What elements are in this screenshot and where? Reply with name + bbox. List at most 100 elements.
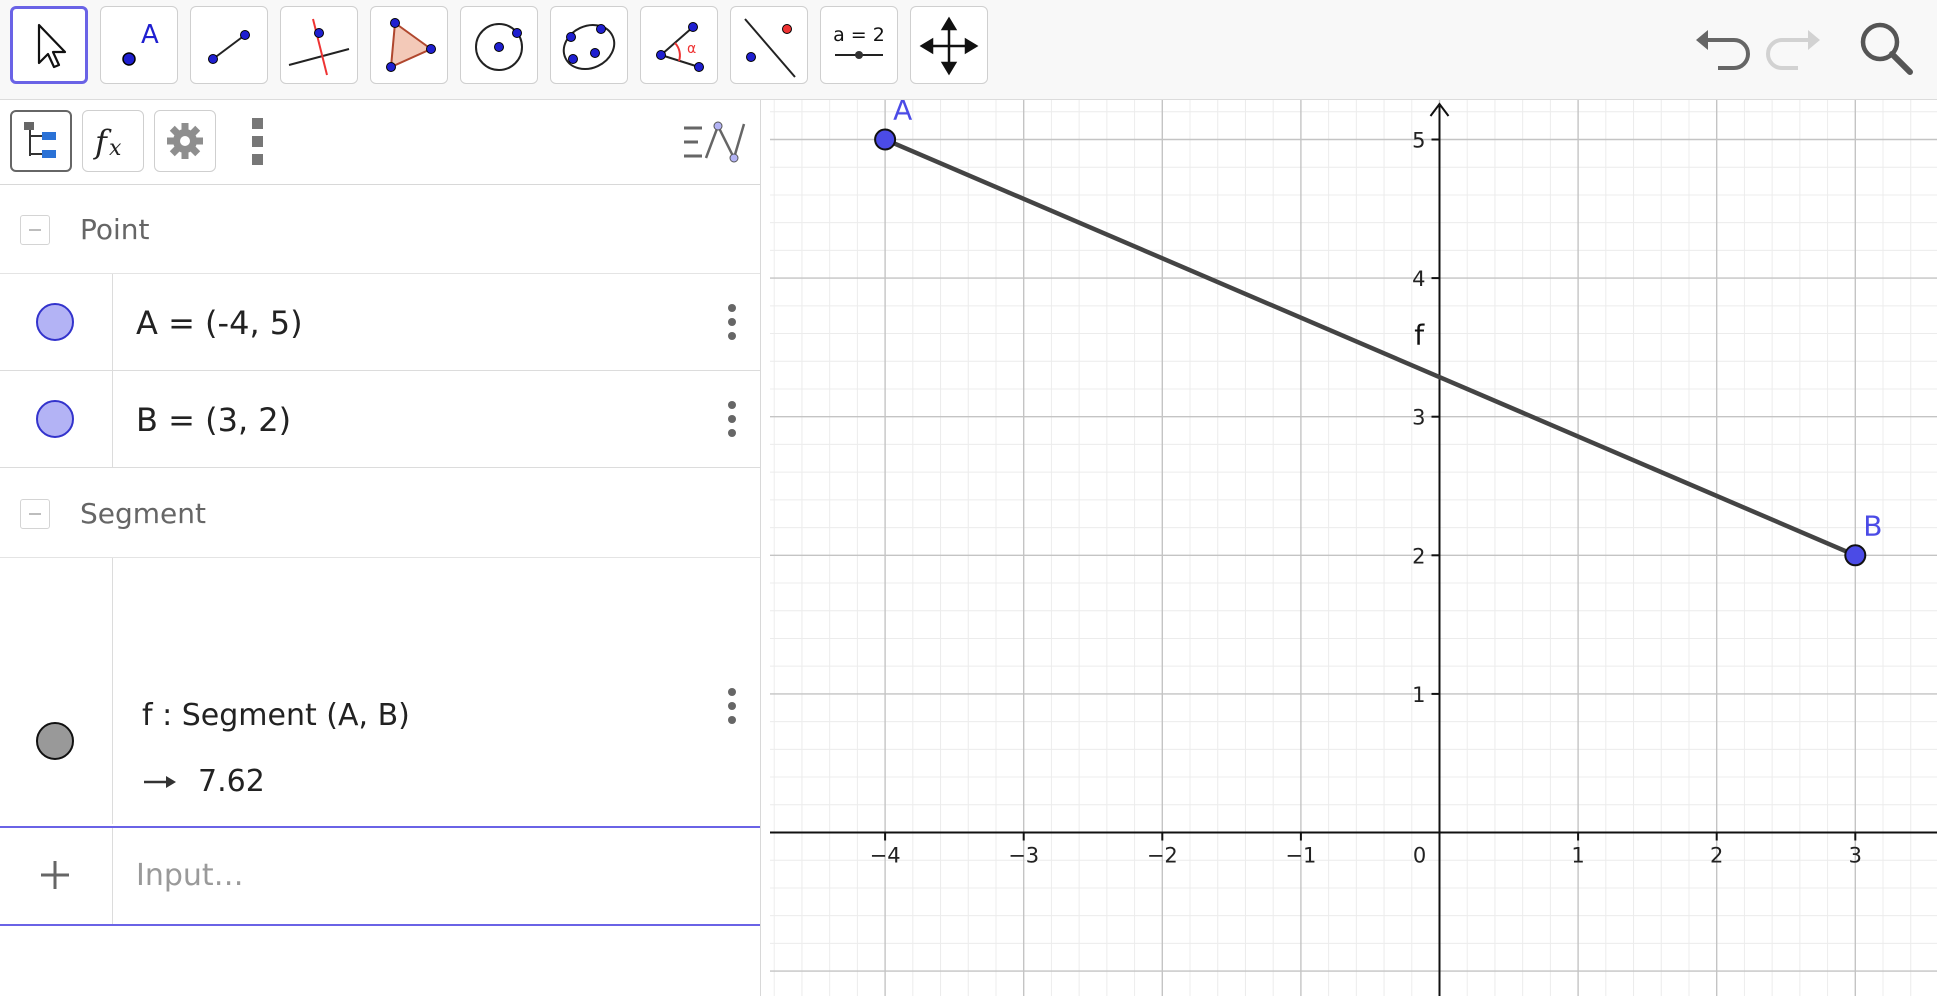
circle-with-center-icon bbox=[475, 23, 523, 71]
segment-tool-button[interactable] bbox=[190, 6, 268, 84]
reflect-tool-button[interactable] bbox=[730, 6, 808, 84]
conic-tool-button[interactable] bbox=[550, 6, 628, 84]
segment-label: f bbox=[1414, 318, 1425, 351]
tab-algebra[interactable] bbox=[10, 110, 72, 172]
undo-icon bbox=[1696, 30, 1750, 70]
y-tick-label: 3 bbox=[1412, 406, 1425, 430]
plus-icon[interactable] bbox=[38, 858, 72, 896]
x-tick-label: 0 bbox=[1413, 844, 1426, 868]
graphics-canvas[interactable]: −4 −3 −2 −1 0 1 2 3 1 2 3 4 5 f A B bbox=[770, 100, 1937, 996]
point-a[interactable] bbox=[874, 128, 897, 151]
tab-tools[interactable]: f x bbox=[82, 110, 144, 172]
major-grid bbox=[770, 100, 1937, 996]
point-icon: A bbox=[122, 20, 159, 66]
input-placeholder[interactable]: Input… bbox=[136, 858, 244, 893]
x-tick-label: 3 bbox=[1849, 844, 1862, 868]
perpendicular-line-icon bbox=[288, 18, 350, 76]
x-tick-label: −1 bbox=[1285, 844, 1316, 868]
item-divider bbox=[112, 558, 113, 824]
function-fx-icon: f x bbox=[93, 123, 122, 161]
graphics-view[interactable]: −4 −3 −2 −1 0 1 2 3 1 2 3 4 5 f A B bbox=[770, 100, 1937, 996]
y-tick-label: 1 bbox=[1412, 683, 1425, 707]
sort-description-button[interactable] bbox=[680, 114, 750, 170]
gear-icon bbox=[167, 123, 203, 159]
group-header-segment: Segment bbox=[0, 469, 760, 558]
move-arrows-icon bbox=[919, 16, 979, 76]
visibility-toggle-b[interactable] bbox=[36, 400, 74, 438]
redo-icon bbox=[1766, 30, 1820, 70]
algebra-item-b[interactable]: B = (3, 2) bbox=[0, 371, 760, 468]
algebra-view: f x Point A = (-4, 5) B = (3, 2) Segment… bbox=[0, 100, 761, 996]
item-divider bbox=[112, 828, 113, 924]
group-label: Point bbox=[80, 213, 150, 246]
item-menu-button[interactable] bbox=[716, 682, 748, 730]
segment-icon bbox=[208, 30, 250, 64]
y-tick-label: 4 bbox=[1412, 267, 1425, 291]
vertical-dots-icon bbox=[728, 688, 736, 724]
perpendicular-line-tool-button[interactable] bbox=[280, 6, 358, 84]
search-icon bbox=[1860, 22, 1913, 75]
item-definition: B = (3, 2) bbox=[136, 401, 292, 439]
x-tick-label: 2 bbox=[1710, 844, 1723, 868]
polygon-icon bbox=[386, 18, 436, 72]
ellipse-icon bbox=[562, 24, 616, 70]
more-options-button[interactable] bbox=[246, 116, 270, 168]
y-tick-label: 2 bbox=[1412, 544, 1425, 568]
algebra-item-f[interactable]: f : Segment (A, B) 7.62 bbox=[0, 558, 760, 824]
x-tick-label: 1 bbox=[1571, 844, 1584, 868]
geometry-objects[interactable]: f A B bbox=[874, 100, 1883, 567]
point-label: A bbox=[893, 100, 912, 127]
tick-labels: −4 −3 −2 −1 0 1 2 3 1 2 3 4 5 bbox=[870, 129, 1862, 868]
vertical-dots-icon bbox=[252, 118, 263, 165]
x-tick-label: −4 bbox=[870, 844, 901, 868]
vertical-dots-icon bbox=[728, 401, 736, 437]
circle-tool-button[interactable] bbox=[460, 6, 538, 84]
group-label: Segment bbox=[80, 497, 206, 530]
x-tick-label: −2 bbox=[1147, 844, 1178, 868]
point-label: B bbox=[1863, 509, 1882, 542]
segment-f[interactable] bbox=[882, 137, 1858, 558]
item-divider bbox=[112, 371, 113, 467]
toolbar: A α a = 2 bbox=[0, 0, 1937, 100]
item-menu-button[interactable] bbox=[716, 395, 748, 443]
cursor-arrow-icon bbox=[37, 23, 67, 69]
visibility-toggle-f[interactable] bbox=[36, 722, 74, 760]
item-value: 7.62 bbox=[198, 764, 265, 799]
x-tick-label: −3 bbox=[1008, 844, 1039, 868]
collapse-segment-group-button[interactable] bbox=[20, 499, 50, 529]
visibility-toggle-a[interactable] bbox=[36, 303, 74, 341]
arrow-right-icon bbox=[142, 772, 178, 796]
move-view-tool-button[interactable] bbox=[910, 6, 988, 84]
slider-tool-label: a = 2 bbox=[833, 24, 885, 46]
algebra-item-a[interactable]: A = (-4, 5) bbox=[0, 274, 760, 371]
algebra-tree-icon bbox=[24, 122, 56, 158]
item-definition: f : Segment (A, B) bbox=[142, 698, 410, 733]
axes bbox=[770, 102, 1937, 996]
point-tool-button[interactable]: A bbox=[100, 6, 178, 84]
tab-settings[interactable] bbox=[154, 110, 216, 172]
item-definition: A = (-4, 5) bbox=[136, 304, 303, 342]
move-tool-button[interactable] bbox=[10, 6, 88, 84]
vertical-dots-icon bbox=[728, 304, 736, 340]
item-menu-button[interactable] bbox=[716, 298, 748, 346]
group-header-point: Point bbox=[0, 185, 760, 274]
collapse-point-group-button[interactable] bbox=[20, 215, 50, 245]
angle-icon: α bbox=[656, 22, 704, 72]
input-bar[interactable]: Input… bbox=[0, 826, 760, 926]
algebra-description-icon bbox=[684, 121, 746, 163]
undo-button[interactable] bbox=[1690, 18, 1750, 78]
redo-button[interactable] bbox=[1766, 18, 1826, 78]
search-button[interactable] bbox=[1856, 18, 1916, 78]
point-b[interactable] bbox=[1844, 544, 1867, 567]
item-divider bbox=[112, 274, 113, 370]
reflect-about-line-icon bbox=[744, 18, 796, 78]
angle-tool-button[interactable]: α bbox=[640, 6, 718, 84]
slider-icon: a = 2 bbox=[833, 24, 885, 59]
minor-grid bbox=[770, 100, 1937, 996]
slider-tool-button[interactable]: a = 2 bbox=[820, 6, 898, 84]
point-tool-label: A bbox=[141, 20, 159, 50]
svg-text:x: x bbox=[109, 136, 122, 161]
angle-tool-label: α bbox=[687, 41, 696, 57]
polygon-tool-button[interactable] bbox=[370, 6, 448, 84]
y-tick-label: 5 bbox=[1412, 129, 1425, 153]
